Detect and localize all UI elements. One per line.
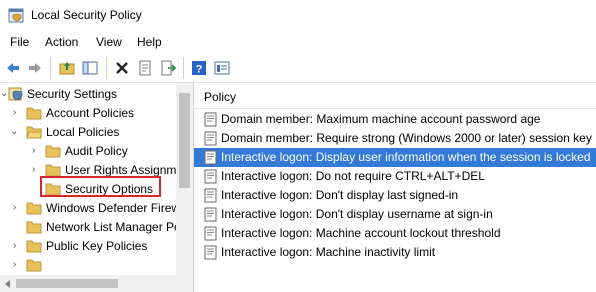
scrollbar-thumb[interactable] xyxy=(179,93,190,188)
tree-item-network-list-manager[interactable]: Network List Manager Po xyxy=(0,218,181,237)
export-list-icon xyxy=(161,60,176,76)
menu-bar: File Action View Help xyxy=(0,31,596,53)
back-button[interactable] xyxy=(2,57,24,79)
folder-icon xyxy=(26,107,42,120)
show-hide-tree-icon xyxy=(82,61,98,75)
expanded-chevron-icon[interactable]: ⌄ xyxy=(0,89,8,99)
open-folder-icon xyxy=(26,126,42,139)
policy-document-icon xyxy=(204,207,217,222)
scroll-left-arrow-icon[interactable] xyxy=(5,280,10,288)
folder-icon xyxy=(26,240,42,253)
tree-item-windows-defender-firewall[interactable]: › Windows Defender Firew xyxy=(0,199,180,218)
shield-settings-icon xyxy=(8,87,23,101)
folder-icon xyxy=(26,202,42,215)
window-title: Local Security Policy xyxy=(31,8,142,22)
toolbar: ? xyxy=(0,53,596,82)
policy-label: Domain member: Maximum machine account p… xyxy=(221,112,541,126)
policy-row[interactable]: Interactive logon: Machine account locko… xyxy=(194,224,596,243)
policy-label: Interactive logon: Machine account locko… xyxy=(221,226,501,240)
tree-item-label: Account Policies xyxy=(46,106,135,120)
tree-horizontal-scrollbar[interactable] xyxy=(0,275,193,292)
policy-row[interactable]: Domain member: Maximum machine account p… xyxy=(194,110,596,129)
policy-document-icon xyxy=(204,188,217,203)
tree-item-label: Local Policies xyxy=(46,125,120,139)
delete-icon xyxy=(116,62,128,74)
tree-item-label: Audit Policy xyxy=(65,144,128,158)
security-policy-app-icon xyxy=(8,8,24,23)
show-hide-tree-button[interactable] xyxy=(79,57,101,79)
console-view-button[interactable] xyxy=(211,57,233,79)
policy-document-icon xyxy=(204,112,217,127)
forward-arrow-icon xyxy=(29,63,41,73)
collapsed-chevron-icon[interactable]: › xyxy=(13,241,21,251)
forward-button[interactable] xyxy=(24,57,46,79)
policy-row[interactable]: Interactive logon: Do not require CTRL+A… xyxy=(194,167,596,186)
column-header-label: Policy xyxy=(204,90,237,104)
folder-icon xyxy=(45,164,61,177)
delete-button[interactable] xyxy=(111,57,133,79)
highlight-box xyxy=(40,176,161,197)
properties-icon xyxy=(139,60,151,76)
policy-label: Interactive logon: Machine inactivity li… xyxy=(221,245,436,259)
tree-item-label: Security Settings xyxy=(27,87,118,101)
tree-item-label: Network List Manager Po xyxy=(46,220,181,234)
column-header-policy[interactable]: Policy xyxy=(194,83,596,109)
collapsed-chevron-icon[interactable]: › xyxy=(13,203,21,213)
tree-item-account-policies[interactable]: › Account Policies xyxy=(0,104,176,123)
tree-item-label: Windows Defender Firew xyxy=(46,201,181,215)
menu-file[interactable]: File xyxy=(10,35,29,49)
folder-icon xyxy=(45,145,61,158)
up-one-level-button[interactable] xyxy=(56,57,78,79)
policy-document-icon xyxy=(204,169,217,184)
console-view-icon xyxy=(214,61,230,75)
policy-row-selected[interactable]: Interactive logon: Display user informat… xyxy=(194,148,596,167)
tree-item-label: Public Key Policies xyxy=(46,239,148,253)
policy-label: Domain member: Require strong (Windows 2… xyxy=(221,131,592,145)
expanded-chevron-icon[interactable]: ⌄ xyxy=(10,127,18,137)
tree-item-security-settings[interactable]: ⌄ Security Settings xyxy=(0,85,176,104)
policy-document-icon xyxy=(204,150,217,165)
policy-row[interactable]: Domain member: Require strong (Windows 2… xyxy=(194,129,596,148)
collapsed-chevron-icon[interactable]: › xyxy=(13,108,21,118)
policy-label: Interactive logon: Do not require CTRL+A… xyxy=(221,169,485,183)
collapsed-chevron-icon[interactable]: › xyxy=(32,146,40,156)
back-arrow-icon xyxy=(7,63,19,73)
tree-item-local-policies[interactable]: ⌄ Local Policies xyxy=(0,123,176,142)
folder-icon xyxy=(26,221,42,234)
menu-help[interactable]: Help xyxy=(137,35,162,49)
up-folder-icon xyxy=(59,62,75,75)
svg-text:?: ? xyxy=(196,64,203,76)
policy-row[interactable]: Interactive logon: Machine inactivity li… xyxy=(194,243,596,262)
help-button[interactable]: ? xyxy=(188,57,210,79)
menu-view[interactable]: View xyxy=(96,35,122,49)
tree-vertical-scrollbar[interactable] xyxy=(176,83,193,275)
tree-item-label: User Rights Assignme xyxy=(65,163,184,177)
policy-label: Interactive logon: Don't display usernam… xyxy=(221,207,493,221)
menu-action[interactable]: Action xyxy=(45,35,78,49)
toolbar-separator xyxy=(106,57,107,79)
policy-document-icon xyxy=(204,131,217,146)
scrollbar-thumb[interactable] xyxy=(16,279,118,288)
policy-row[interactable]: Interactive logon: Don't display usernam… xyxy=(194,205,596,224)
policy-document-icon xyxy=(204,226,217,241)
tree-item-audit-policy[interactable]: › Audit Policy xyxy=(0,142,176,161)
help-icon: ? xyxy=(192,61,206,76)
policy-list-pane: Policy Domain member: Maximum machine ac… xyxy=(194,83,596,292)
export-list-button[interactable] xyxy=(157,57,179,79)
policy-row[interactable]: Interactive logon: Don't display last si… xyxy=(194,186,596,205)
policy-label: Interactive logon: Don't display last si… xyxy=(221,188,459,202)
tree-pane: ⌄ Security Settings › Account Policies ⌄… xyxy=(0,83,194,292)
title-bar: Local Security Policy xyxy=(0,0,596,31)
policy-label: Interactive logon: Display user informat… xyxy=(221,150,591,164)
folder-icon xyxy=(26,259,42,272)
toolbar-separator xyxy=(50,57,51,79)
properties-button[interactable] xyxy=(134,57,156,79)
policy-document-icon xyxy=(204,245,217,260)
collapsed-chevron-icon[interactable]: › xyxy=(32,165,40,175)
tree-item-public-key-policies[interactable]: › Public Key Policies xyxy=(0,237,176,256)
collapsed-chevron-icon[interactable]: › xyxy=(13,260,21,270)
tree-item-partial[interactable]: › xyxy=(0,256,176,275)
toolbar-separator xyxy=(183,57,184,79)
